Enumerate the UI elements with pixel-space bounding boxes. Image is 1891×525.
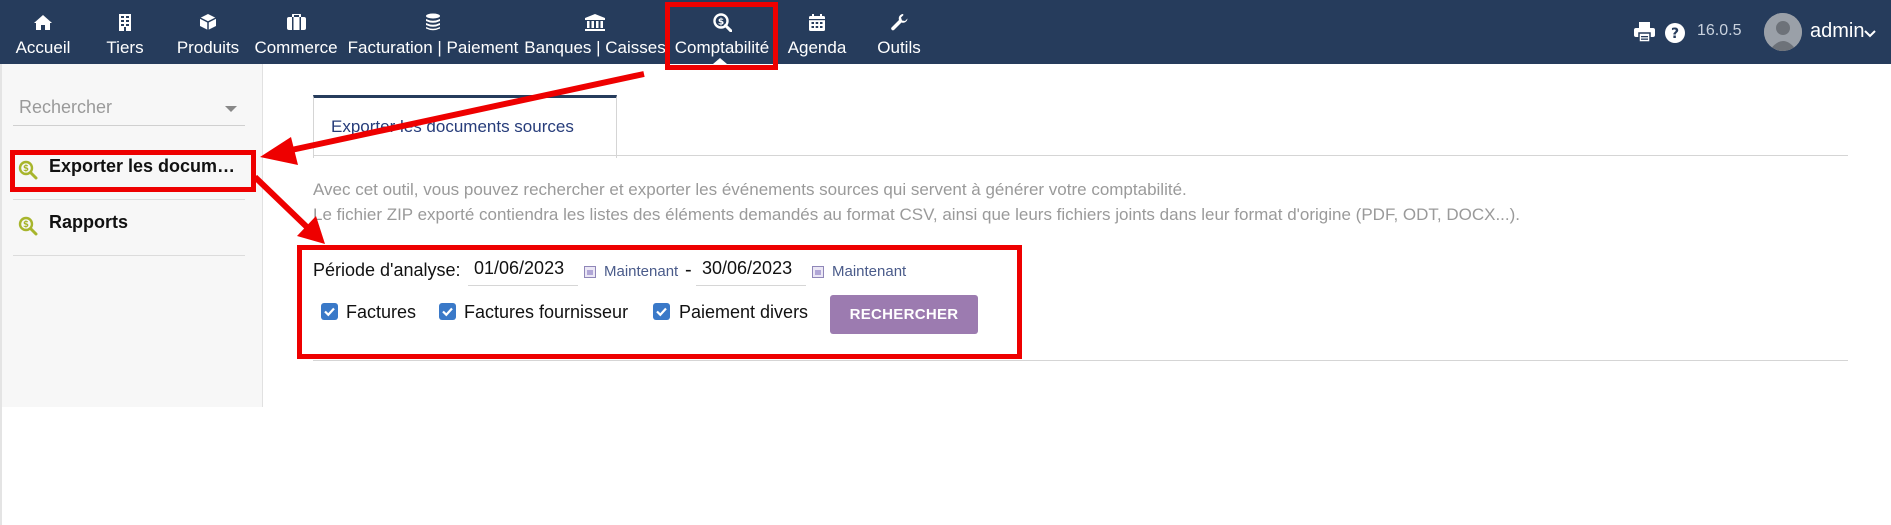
- sidebar-item-rapports[interactable]: $ Rapports: [13, 199, 245, 256]
- svg-text:$: $: [23, 220, 29, 230]
- version-label: 16.0.5: [1697, 22, 1742, 39]
- nav-item-agenda[interactable]: Agenda: [787, 0, 847, 64]
- help-icon[interactable]: ?: [1665, 23, 1685, 48]
- nav-item-tiers[interactable]: Tiers: [103, 0, 147, 64]
- description-line-1: Avec cet outil, vous pouvez rechercher e…: [313, 180, 1187, 199]
- annotation-arrow-head: [260, 137, 298, 165]
- description-line-2: Le fichier ZIP exporté contiendra les li…: [313, 205, 1521, 224]
- search-dollar-icon: $: [18, 216, 38, 241]
- nav-label-produits: Produits: [176, 38, 240, 57]
- nav-item-facturation[interactable]: Facturation | Paiement: [348, 0, 518, 64]
- briefcase-icon: [286, 12, 306, 32]
- annotation-box-comptabilite: [665, 2, 778, 70]
- nav-label-accueil: Accueil: [15, 38, 71, 57]
- building-icon: [118, 12, 132, 32]
- menu-search-select[interactable]: Rechercher: [13, 95, 245, 126]
- user-name[interactable]: admin: [1810, 20, 1864, 43]
- avatar[interactable]: [1764, 13, 1802, 51]
- annotation-box-exporter: [10, 150, 256, 192]
- nav-label-tiers: Tiers: [106, 38, 144, 57]
- tab-divider: [313, 155, 1848, 156]
- cube-icon: [199, 12, 217, 32]
- window-left-edge: [0, 64, 2, 525]
- nav-label-commerce: Commerce: [254, 38, 338, 57]
- form-bottom-divider: [313, 360, 1848, 361]
- nav-item-produits[interactable]: Produits: [177, 0, 239, 64]
- chevron-down-icon[interactable]: [1864, 25, 1876, 43]
- tab-label: Exporter les documents sources: [331, 117, 574, 136]
- nav-item-commerce[interactable]: Commerce: [254, 0, 338, 64]
- sidebar-item-label: Rapports: [49, 212, 129, 232]
- annotation-arrow-line: [252, 174, 314, 234]
- home-icon: [33, 12, 53, 32]
- dropdown-caret-icon: [225, 106, 237, 112]
- top-navigation-bar: Accueil Tiers Produits Commerce Facturat…: [0, 0, 1891, 64]
- nav-label-outils: Outils: [877, 38, 921, 57]
- bank-icon: [585, 12, 605, 32]
- coins-icon: [425, 12, 441, 32]
- menu-search-placeholder: Rechercher: [19, 97, 113, 117]
- nav-item-accueil[interactable]: Accueil: [14, 0, 72, 64]
- nav-label-facturation: Facturation | Paiement: [347, 38, 519, 57]
- annotation-box-form: [297, 245, 1022, 359]
- wrench-icon: [890, 12, 908, 32]
- nav-item-banques[interactable]: Banques | Caisses: [524, 0, 666, 64]
- calendar-icon: [809, 12, 825, 32]
- nav-label-agenda: Agenda: [787, 38, 847, 57]
- nav-label-banques: Banques | Caisses: [524, 38, 666, 57]
- print-icon[interactable]: [1634, 22, 1655, 47]
- svg-text:?: ?: [1671, 26, 1679, 42]
- nav-item-outils[interactable]: Outils: [877, 0, 921, 64]
- tab-exporter-documents[interactable]: Exporter les documents sources: [313, 95, 617, 158]
